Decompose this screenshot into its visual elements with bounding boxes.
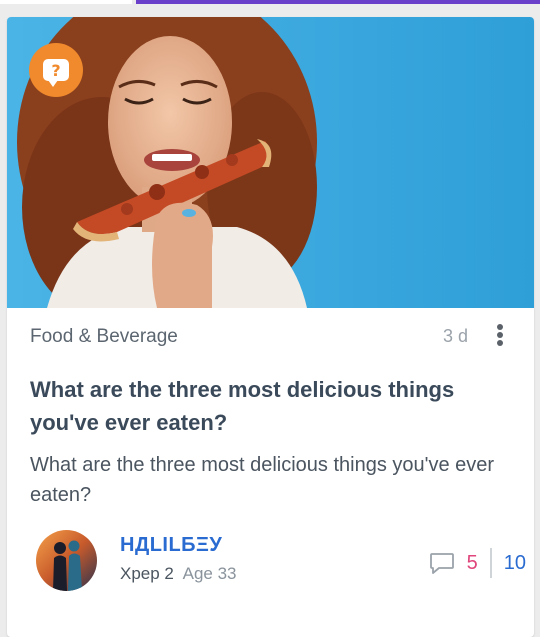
author-row: НДLILБΞУ Xpeр 2 Age 33 5 10 [36, 530, 526, 592]
category-label[interactable]: Food & Beverage [30, 326, 178, 348]
question-type-badge: ? [29, 43, 83, 97]
author-xp: Xpeр 2 [120, 564, 174, 583]
author-info: Xpeр 2 Age 33 [120, 564, 237, 584]
author-age: Age 33 [182, 564, 237, 583]
avatar[interactable] [36, 530, 97, 591]
more-dot [497, 332, 503, 338]
question-card[interactable]: ? Food & Beverage 3 d What are the three… [7, 17, 534, 637]
card-meta-row: Food & Beverage 3 d [30, 324, 510, 356]
more-dot [497, 340, 503, 346]
top-progress-strip [0, 0, 540, 6]
author-name[interactable]: НДLILБΞУ [120, 534, 222, 557]
posted-ago: 3 d [442, 326, 468, 346]
question-bubble-icon: ? [43, 59, 69, 87]
progress-segment-active [136, 0, 540, 4]
woman-eating-pizza-photo [7, 17, 534, 308]
progress-segment-inactive [0, 0, 132, 4]
vote-count[interactable]: 10 [504, 552, 526, 575]
more-dot [497, 324, 503, 330]
hero-image[interactable]: ? [7, 17, 534, 308]
question-title[interactable]: What are the three most delicious things… [30, 373, 500, 439]
card-stats: 5 10 [429, 548, 526, 578]
comment-bubble-icon[interactable] [429, 551, 455, 575]
couple-silhouette-avatar [36, 530, 97, 591]
question-body: What are the three most delicious things… [30, 454, 495, 506]
more-vertical-icon[interactable] [490, 320, 510, 350]
comment-count[interactable]: 5 [467, 552, 478, 575]
stats-divider [489, 548, 492, 578]
